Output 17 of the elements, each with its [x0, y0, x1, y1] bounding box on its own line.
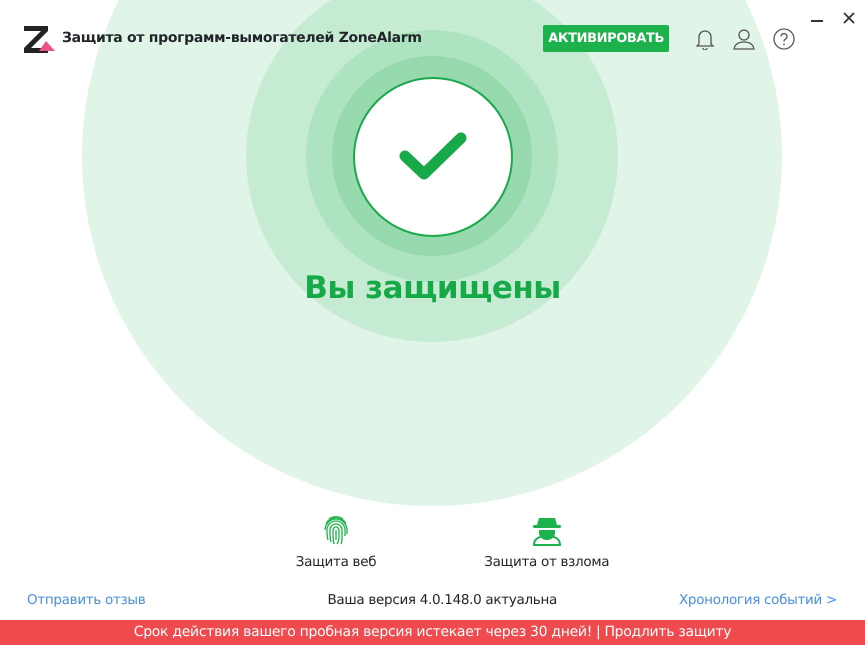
- activate-button[interactable]: АКТИВИРОВАТЬ: [543, 24, 669, 52]
- feature-label: Защита от взлома: [484, 552, 610, 572]
- feature-label: Защита веб: [296, 552, 376, 572]
- checkmark-icon: [398, 132, 466, 182]
- window-title: Защита от программ-вымогателей ZoneAlarm: [62, 29, 422, 48]
- version-text: Ваша версия 4.0.148.0 актуальна: [327, 590, 557, 610]
- fingerprint-icon: [323, 514, 350, 546]
- history-link[interactable]: Хронология событий >: [678, 590, 837, 610]
- user-icon[interactable]: [733, 28, 755, 50]
- feedback-link[interactable]: Отправить отзыв: [27, 590, 146, 610]
- logo-icon: [22, 24, 56, 54]
- help-icon[interactable]: [773, 28, 795, 50]
- renew-link[interactable]: Продлить защиту: [604, 622, 732, 643]
- trial-message: Срок действия вашего пробная версия истекает через 30 дней!: [134, 623, 592, 642]
- notifications-icon[interactable]: [695, 28, 715, 50]
- separator-text: |: [596, 623, 600, 642]
- status-text: Вы защищены: [303, 269, 562, 308]
